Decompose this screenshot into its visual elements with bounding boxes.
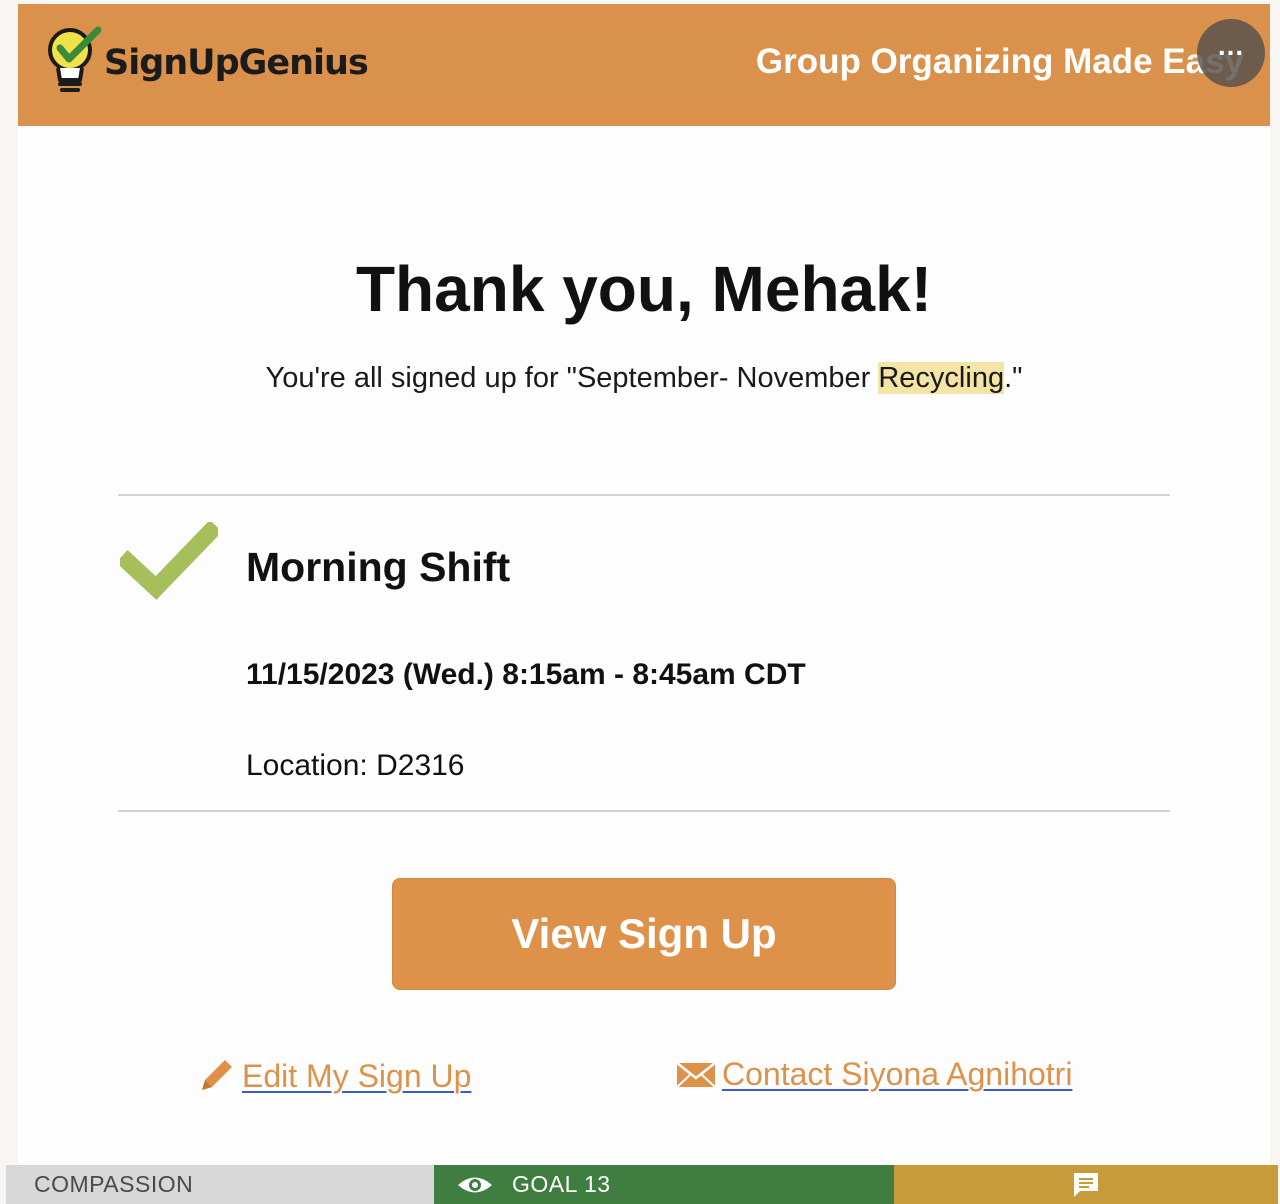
more-options-button[interactable]: ...	[1197, 19, 1265, 87]
goal-label: GOAL 13	[512, 1171, 611, 1197]
contact-organizer-label[interactable]: Contact Siyona Agnihotri	[722, 1056, 1072, 1093]
slot-location: Location: D2316	[246, 749, 465, 782]
lightbulb-check-logo-icon	[48, 26, 102, 92]
edit-sign-up-label[interactable]: Edit My Sign Up	[242, 1058, 471, 1095]
pencil-icon	[202, 1060, 232, 1090]
signup-confirmation-text: You're all signed up for "September- Nov…	[18, 362, 1270, 395]
checkmark-icon	[120, 522, 218, 600]
divider-top	[118, 494, 1170, 496]
slot-title: Morning Shift	[246, 544, 511, 590]
confirm-prefix: You're all signed up for "September- Nov…	[265, 362, 879, 394]
chat-tab[interactable]	[894, 1165, 1278, 1204]
tagline: Group Organizing Made Easy	[755, 42, 1244, 81]
divider-bottom	[118, 810, 1170, 812]
compassion-tab[interactable]: COMPASSION	[6, 1165, 434, 1204]
chat-icon	[1074, 1172, 1098, 1197]
goal-tab[interactable]: GOAL 13	[434, 1165, 894, 1204]
contact-organizer-link[interactable]: Contact Siyona Agnihotri	[676, 1056, 1072, 1093]
envelope-icon	[676, 1061, 716, 1088]
signupgenius-logo[interactable]: SignUpGenius	[44, 24, 369, 96]
view-sign-up-button[interactable]: View Sign Up	[392, 878, 896, 990]
bottom-toolbar: COMPASSION GOAL 13	[6, 1165, 1278, 1204]
eye-icon	[458, 1177, 492, 1192]
page-frame: SignUpGenius Group Organizing Made Easy …	[0, 0, 1280, 1204]
edit-sign-up-link[interactable]: Edit My Sign Up	[196, 1056, 471, 1096]
email-card: SignUpGenius Group Organizing Made Easy …	[18, 4, 1270, 1166]
header-banner: SignUpGenius Group Organizing Made Easy	[18, 4, 1270, 126]
thank-you-heading: Thank you, Mehak!	[355, 253, 933, 325]
slot-datetime: 11/15/2023 (Wed.) 8:15am - 8:45am CDT	[246, 658, 806, 691]
logo-text: SignUpGenius	[104, 43, 369, 83]
confirm-suffix: ."	[1004, 362, 1023, 394]
compassion-label: COMPASSION	[34, 1171, 194, 1197]
more-dots-icon: ...	[1217, 30, 1245, 61]
highlighted-term: Recycling	[878, 362, 1005, 394]
